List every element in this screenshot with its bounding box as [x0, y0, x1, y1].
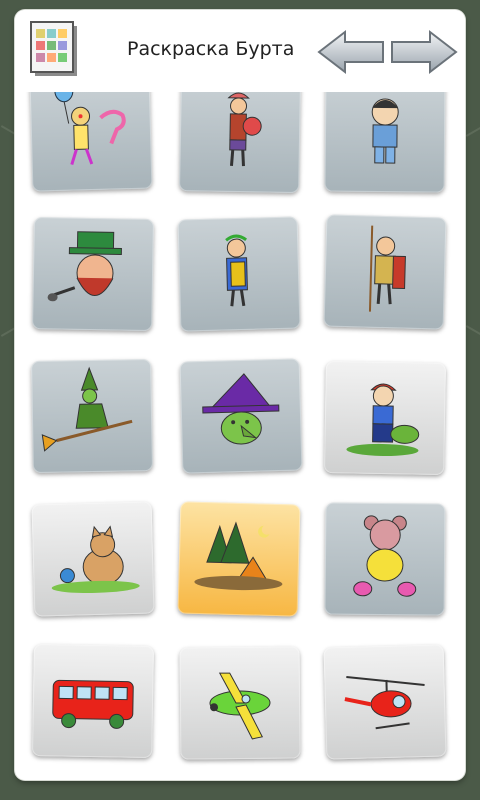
tile-teddy-bear[interactable]: [324, 502, 446, 616]
main-panel: Раскраска Бурта: [15, 10, 465, 780]
boy-with-turtle-icon: [346, 383, 420, 456]
camping-tent-icon: [194, 521, 283, 591]
tile-airplane[interactable]: [179, 646, 301, 760]
arrow-left-icon[interactable]: [317, 28, 387, 76]
tile-helicopter[interactable]: [323, 644, 447, 760]
tile-camping[interactable]: [177, 501, 301, 617]
roman-emperor-icon: [225, 234, 248, 307]
tile-roman-emperor[interactable]: [177, 216, 301, 332]
tile-leprechaun[interactable]: [32, 216, 154, 332]
clown-with-balloon-icon: [54, 79, 126, 165]
tile-roman-soldier[interactable]: [179, 78, 301, 194]
tile-witch-broom[interactable]: [31, 358, 153, 474]
tile-boy-turtle[interactable]: [324, 360, 446, 476]
witch-on-broom-icon: [41, 366, 133, 452]
leprechaun-icon: [47, 231, 122, 302]
green-airplane-icon: [209, 672, 271, 740]
red-bus-icon: [52, 679, 134, 729]
tile-cat-snail[interactable]: [31, 501, 155, 617]
background-line: [465, 325, 480, 337]
picture-grid: [15, 76, 465, 780]
tile-bus[interactable]: [32, 643, 154, 759]
gaul-warrior-icon: [368, 225, 406, 312]
red-helicopter-icon: [344, 676, 425, 730]
gallery-grid-icon[interactable]: [29, 20, 81, 78]
teddy-bear-icon: [353, 515, 417, 597]
cat-with-snail-icon: [51, 525, 140, 594]
asian-boy-icon: [371, 98, 399, 164]
arrow-right-icon[interactable]: [388, 28, 458, 76]
page-title: Раскраска Бурта: [127, 38, 295, 60]
header-bar: Раскраска Бурта: [15, 10, 465, 92]
witch-face-icon: [202, 373, 280, 445]
tile-gaul-warrior[interactable]: [323, 214, 447, 330]
roman-soldier-icon: [227, 92, 262, 167]
tile-asian-boy[interactable]: [324, 79, 446, 193]
tile-clown[interactable]: [29, 76, 153, 192]
background-line: [465, 125, 480, 137]
tile-witch-face[interactable]: [179, 358, 303, 474]
